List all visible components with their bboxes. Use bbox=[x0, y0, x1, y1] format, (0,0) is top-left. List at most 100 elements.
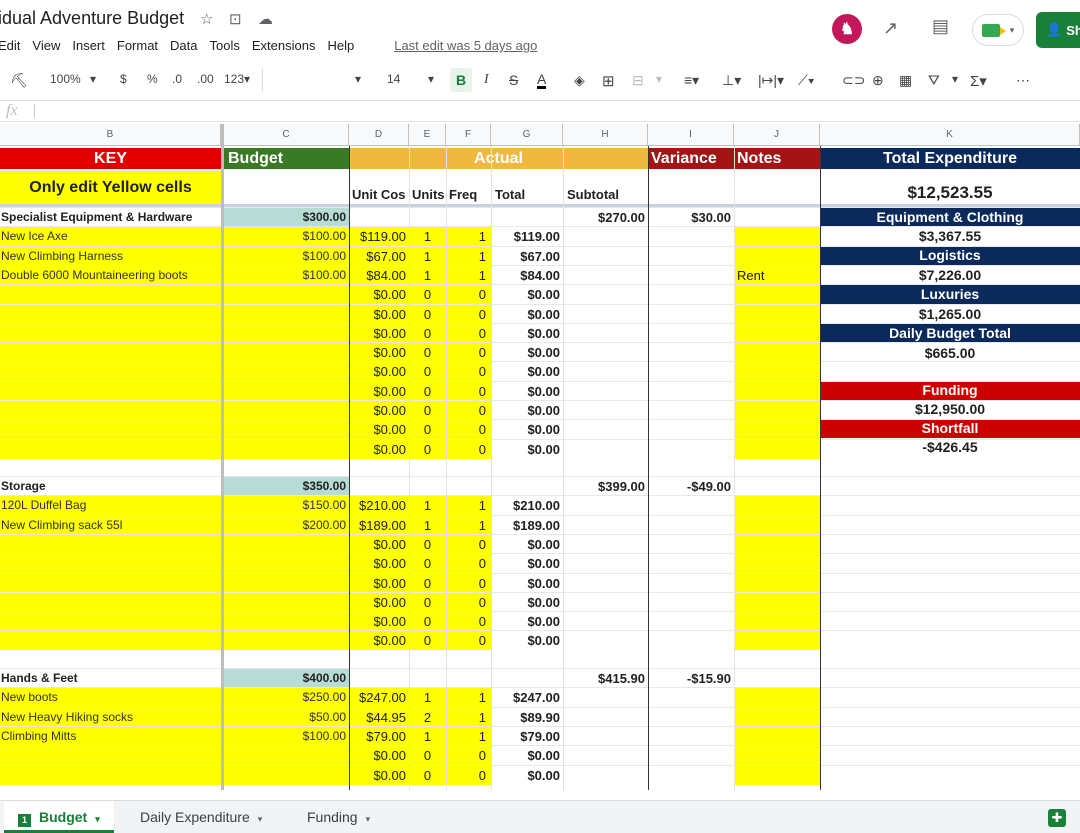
item-unit-cost[interactable]: $0.00 bbox=[349, 323, 409, 343]
item-name[interactable] bbox=[0, 631, 221, 651]
item-unit-cost[interactable]: $247.00 bbox=[349, 688, 409, 708]
item-freq[interactable]: 0 bbox=[446, 323, 491, 343]
item-name[interactable] bbox=[0, 401, 221, 420]
item-budget[interactable] bbox=[224, 612, 349, 632]
item-name[interactable]: Climbing Mitts bbox=[0, 726, 221, 746]
item-freq[interactable]: 1 bbox=[446, 515, 491, 535]
item-name[interactable]: New Ice Axe bbox=[0, 227, 221, 247]
filter-icon[interactable]: ⛛ bbox=[928, 72, 940, 89]
item-budget[interactable] bbox=[224, 381, 349, 401]
item-budget[interactable]: $250.00 bbox=[224, 688, 349, 708]
item-note[interactable] bbox=[734, 401, 820, 420]
move-folder-icon[interactable]: ⊡ bbox=[229, 10, 242, 28]
item-note[interactable] bbox=[734, 304, 820, 324]
item-name[interactable] bbox=[0, 554, 221, 574]
item-unit-cost[interactable]: $0.00 bbox=[349, 554, 409, 574]
item-note[interactable] bbox=[734, 515, 820, 535]
item-budget[interactable]: $100.00 bbox=[224, 726, 349, 746]
section-variance[interactable]: -$15.90 bbox=[648, 669, 734, 688]
item-total[interactable]: $0.00 bbox=[491, 631, 563, 650]
budget-header[interactable]: Budget bbox=[224, 148, 349, 169]
column-header-f[interactable]: F bbox=[446, 124, 491, 146]
text-color-button[interactable]: A bbox=[537, 72, 547, 89]
item-total[interactable]: $0.00 bbox=[491, 285, 563, 304]
column-header-g[interactable]: G bbox=[491, 124, 563, 146]
activity-trend-icon[interactable]: ↗ bbox=[883, 18, 898, 39]
item-freq[interactable]: 1 bbox=[446, 265, 491, 285]
item-units[interactable]: 0 bbox=[409, 765, 446, 785]
zoom-select[interactable]: 100% bbox=[50, 72, 81, 86]
section-budget[interactable]: $400.00 bbox=[224, 669, 349, 688]
formula-bar[interactable]: fx bbox=[0, 100, 1080, 122]
item-unit-cost[interactable]: $79.00 bbox=[349, 726, 409, 746]
item-unit-cost[interactable]: $0.00 bbox=[349, 746, 409, 766]
item-units[interactable]: 0 bbox=[409, 420, 446, 440]
menu-view[interactable]: View bbox=[32, 38, 60, 53]
item-units[interactable]: 1 bbox=[409, 246, 446, 266]
item-total[interactable]: $89.90 bbox=[491, 708, 563, 727]
luxuries-label[interactable]: Luxuries bbox=[820, 285, 1080, 304]
item-unit-cost[interactable]: $0.00 bbox=[349, 343, 409, 363]
item-freq[interactable]: 1 bbox=[446, 496, 491, 516]
item-freq[interactable]: 0 bbox=[446, 401, 491, 420]
item-unit-cost[interactable]: $0.00 bbox=[349, 285, 409, 305]
item-note[interactable] bbox=[734, 246, 820, 266]
item-units[interactable]: 1 bbox=[409, 688, 446, 708]
item-units[interactable]: 0 bbox=[409, 323, 446, 343]
section-budget[interactable]: $350.00 bbox=[224, 477, 349, 496]
item-unit-cost[interactable]: $119.00 bbox=[349, 227, 409, 247]
document-title[interactable]: idual Adventure Budget bbox=[0, 8, 184, 29]
daily-budget-value[interactable]: $665.00 bbox=[820, 344, 1080, 363]
item-note[interactable] bbox=[734, 554, 820, 574]
item-units[interactable]: 2 bbox=[409, 707, 446, 727]
item-name[interactable] bbox=[0, 592, 221, 612]
item-note[interactable] bbox=[734, 420, 820, 440]
star-icon[interactable]: ☆ bbox=[200, 10, 213, 28]
item-total[interactable]: $0.00 bbox=[491, 535, 563, 554]
menu-format[interactable]: Format bbox=[117, 38, 158, 53]
item-freq[interactable]: 0 bbox=[446, 592, 491, 612]
italic-button[interactable]: I bbox=[484, 72, 489, 88]
item-budget[interactable] bbox=[224, 592, 349, 612]
insert-comment-icon[interactable]: ⊕ bbox=[872, 72, 884, 89]
item-freq[interactable]: 0 bbox=[446, 439, 491, 459]
comments-icon[interactable]: ▤ bbox=[932, 16, 949, 37]
item-unit-cost[interactable]: $0.00 bbox=[349, 612, 409, 632]
tab-budget[interactable]: 1 Budget ▾ bbox=[4, 801, 114, 833]
item-note[interactable] bbox=[734, 323, 820, 343]
column-header-i[interactable]: I bbox=[648, 124, 734, 146]
menu-tools[interactable]: Tools bbox=[210, 38, 240, 53]
item-unit-cost[interactable]: $0.00 bbox=[349, 381, 409, 401]
total-expenditure-header[interactable]: Total Expenditure bbox=[820, 148, 1080, 169]
menu-extensions[interactable]: Extensions bbox=[252, 38, 316, 53]
bold-button[interactable]: B bbox=[450, 68, 472, 92]
logistics-value[interactable]: $7,226.00 bbox=[820, 266, 1080, 285]
luxuries-value[interactable]: $1,265.00 bbox=[820, 305, 1080, 324]
item-total[interactable]: $79.00 bbox=[491, 727, 563, 746]
item-note[interactable] bbox=[734, 688, 820, 708]
item-freq[interactable]: 0 bbox=[446, 631, 491, 651]
item-units[interactable]: 0 bbox=[409, 304, 446, 324]
item-units[interactable]: 1 bbox=[409, 265, 446, 285]
item-budget[interactable] bbox=[224, 401, 349, 420]
vertical-align-icon[interactable]: ⊥▾ bbox=[722, 72, 741, 89]
item-units[interactable]: 0 bbox=[409, 343, 446, 363]
section-variance[interactable]: $30.00 bbox=[648, 208, 734, 227]
units-label[interactable]: Units bbox=[411, 185, 448, 204]
item-budget[interactable] bbox=[224, 554, 349, 574]
item-budget[interactable] bbox=[224, 362, 349, 382]
item-units[interactable]: 0 bbox=[409, 285, 446, 305]
more-options-icon[interactable]: ⋯ bbox=[1016, 72, 1030, 89]
item-total[interactable]: $0.00 bbox=[491, 554, 563, 573]
freq-label[interactable]: Freq bbox=[448, 185, 491, 204]
item-units[interactable]: 0 bbox=[409, 746, 446, 766]
section-subtotal[interactable]: $270.00 bbox=[563, 208, 648, 227]
section-title[interactable]: Hands & Feet bbox=[0, 669, 221, 688]
insert-chart-icon[interactable]: ▦ bbox=[899, 72, 912, 89]
item-budget[interactable] bbox=[224, 573, 349, 593]
item-budget[interactable] bbox=[224, 534, 349, 554]
item-budget[interactable] bbox=[224, 746, 349, 766]
item-total[interactable]: $84.00 bbox=[491, 266, 563, 285]
item-name[interactable] bbox=[0, 323, 221, 343]
item-unit-cost[interactable]: $189.00 bbox=[349, 515, 409, 535]
